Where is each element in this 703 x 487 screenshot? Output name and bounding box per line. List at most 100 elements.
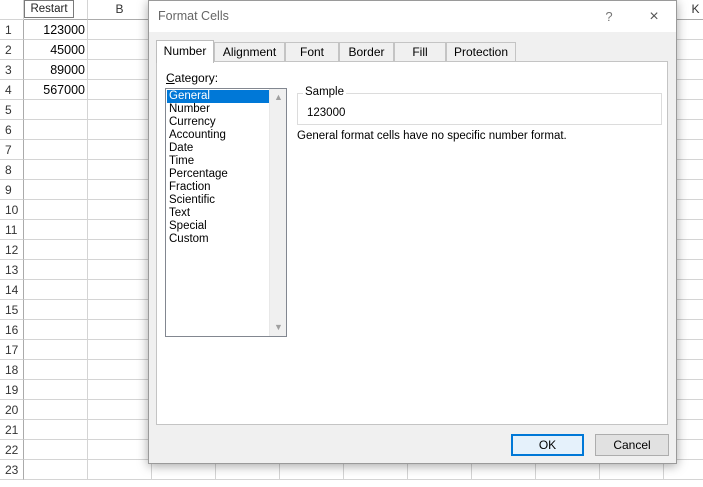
cell[interactable] <box>24 260 88 280</box>
dialog-titlebar[interactable]: Format Cells ? × <box>149 1 676 32</box>
sample-label: Sample <box>303 86 346 98</box>
cell[interactable] <box>88 180 152 200</box>
cell[interactable] <box>88 220 152 240</box>
row-header[interactable]: 22 <box>0 440 24 460</box>
category-scrollbar[interactable]: ▲ ▼ <box>269 89 286 336</box>
tab-number[interactable]: Number <box>156 40 214 63</box>
cell[interactable] <box>24 240 88 260</box>
category-item-text[interactable]: Text <box>167 207 269 220</box>
cell[interactable] <box>24 200 88 220</box>
cell-a3[interactable]: 89000 <box>24 60 88 80</box>
cancel-button[interactable]: Cancel <box>595 434 669 456</box>
tab-alignment[interactable]: Alignment <box>214 42 285 62</box>
cell[interactable] <box>88 60 152 80</box>
row-header[interactable]: 6 <box>0 120 24 140</box>
scroll-up-icon[interactable]: ▲ <box>270 89 287 106</box>
row-header[interactable]: 13 <box>0 260 24 280</box>
cell[interactable] <box>24 360 88 380</box>
cell[interactable] <box>24 220 88 240</box>
ok-button[interactable]: OK <box>511 434 584 456</box>
category-item-custom[interactable]: Custom <box>167 233 269 246</box>
scroll-down-icon[interactable]: ▼ <box>270 319 287 336</box>
tab-fill[interactable]: Fill <box>394 42 446 62</box>
cell[interactable] <box>88 460 152 480</box>
cell[interactable] <box>24 180 88 200</box>
row-header[interactable]: 14 <box>0 280 24 300</box>
cell[interactable] <box>88 380 152 400</box>
cell[interactable] <box>88 260 152 280</box>
category-item-scientific[interactable]: Scientific <box>167 194 269 207</box>
cell[interactable] <box>88 80 152 100</box>
tab-border[interactable]: Border <box>339 42 394 62</box>
cell[interactable] <box>88 400 152 420</box>
category-item-fraction[interactable]: Fraction <box>167 181 269 194</box>
cell[interactable] <box>88 440 152 460</box>
restart-tag[interactable]: Restart <box>24 0 74 18</box>
cell[interactable] <box>24 120 88 140</box>
row-header[interactable]: 2 <box>0 40 24 60</box>
category-item-special[interactable]: Special <box>167 220 269 233</box>
cell[interactable] <box>88 340 152 360</box>
row-header[interactable]: 7 <box>0 140 24 160</box>
cell[interactable] <box>88 240 152 260</box>
row-header[interactable]: 1 <box>0 20 24 40</box>
row-header[interactable]: 8 <box>0 160 24 180</box>
close-icon[interactable]: × <box>644 7 664 27</box>
cell[interactable] <box>88 20 152 40</box>
cell[interactable] <box>24 300 88 320</box>
cell[interactable] <box>24 320 88 340</box>
row-header[interactable]: 19 <box>0 380 24 400</box>
cell[interactable] <box>88 280 152 300</box>
cell[interactable] <box>88 160 152 180</box>
cell[interactable] <box>24 400 88 420</box>
category-item-accounting[interactable]: Accounting <box>167 129 269 142</box>
cell[interactable] <box>88 320 152 340</box>
cell[interactable] <box>88 360 152 380</box>
row-header[interactable]: 10 <box>0 200 24 220</box>
cell[interactable] <box>24 460 88 480</box>
row-header[interactable]: 17 <box>0 340 24 360</box>
row-header[interactable]: 12 <box>0 240 24 260</box>
category-item-date[interactable]: Date <box>167 142 269 155</box>
row-header[interactable]: 21 <box>0 420 24 440</box>
cell[interactable] <box>24 380 88 400</box>
row-header[interactable]: 4 <box>0 80 24 100</box>
cell[interactable] <box>88 100 152 120</box>
row-header[interactable]: 16 <box>0 320 24 340</box>
help-icon[interactable]: ? <box>599 7 619 27</box>
category-item-time[interactable]: Time <box>167 155 269 168</box>
cell[interactable] <box>88 40 152 60</box>
row-header[interactable]: 15 <box>0 300 24 320</box>
cell[interactable] <box>24 280 88 300</box>
cell[interactable] <box>88 420 152 440</box>
row-header[interactable]: 11 <box>0 220 24 240</box>
cell[interactable] <box>88 120 152 140</box>
row-header[interactable]: 9 <box>0 180 24 200</box>
row-header[interactable]: 3 <box>0 60 24 80</box>
cell[interactable] <box>88 300 152 320</box>
column-header-b[interactable]: B <box>88 0 152 20</box>
cell[interactable] <box>24 140 88 160</box>
category-item-number[interactable]: Number <box>167 103 269 116</box>
cell[interactable] <box>24 100 88 120</box>
cell[interactable] <box>24 440 88 460</box>
select-all-corner[interactable] <box>0 0 24 20</box>
cell[interactable] <box>24 420 88 440</box>
cell-a4[interactable]: 567000 <box>24 80 88 100</box>
tab-font[interactable]: Font <box>285 42 339 62</box>
category-item-percentage[interactable]: Percentage <box>167 168 269 181</box>
row-header[interactable]: 5 <box>0 100 24 120</box>
tab-protection[interactable]: Protection <box>446 42 516 62</box>
category-item-general[interactable]: General <box>167 90 269 103</box>
row-header[interactable]: 18 <box>0 360 24 380</box>
cell[interactable] <box>24 160 88 180</box>
cell[interactable] <box>24 340 88 360</box>
row-header[interactable]: 20 <box>0 400 24 420</box>
cell[interactable] <box>88 140 152 160</box>
cell[interactable] <box>88 200 152 220</box>
row-header[interactable]: 23 <box>0 460 24 480</box>
category-listbox[interactable]: General Number Currency Accounting Date … <box>165 88 287 337</box>
cell-a1[interactable]: 123000 <box>24 20 88 40</box>
cell-a2[interactable]: 45000 <box>24 40 88 60</box>
category-item-currency[interactable]: Currency <box>167 116 269 129</box>
